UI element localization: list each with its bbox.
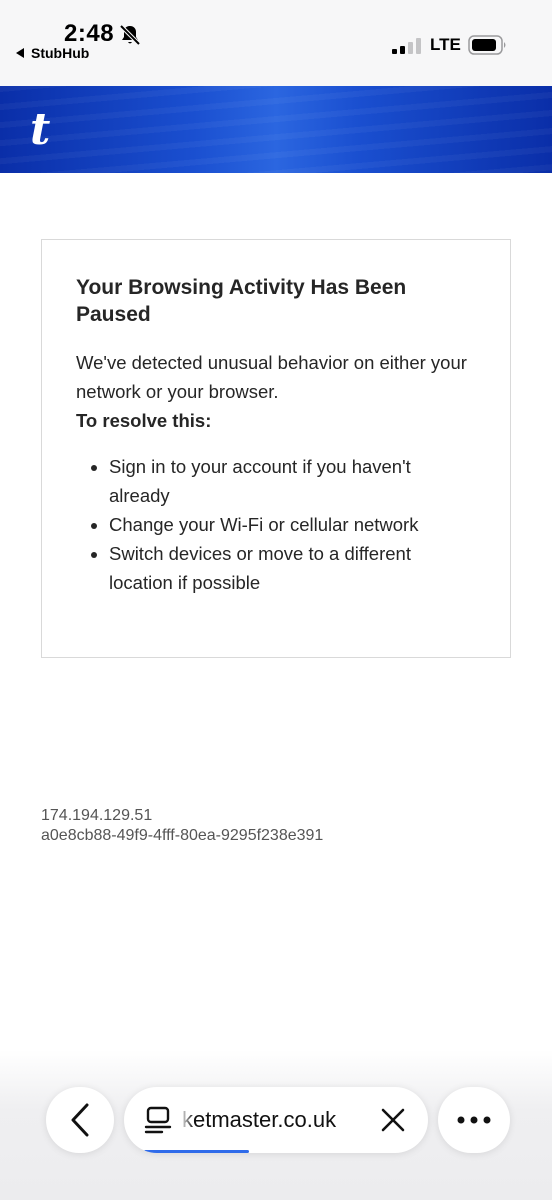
page-load-progress (144, 1150, 249, 1153)
request-id: a0e8cb88-49f9-4fff-80ea-9295f238e391 (41, 827, 324, 844)
more-button[interactable] (438, 1087, 510, 1153)
address-bar[interactable]: ketmaster.co.uk (124, 1087, 428, 1153)
signal-icon (392, 38, 421, 54)
message-body: We've detected unusual behavior on eithe… (76, 352, 467, 402)
url-text-span: ketmaster.co.uk (182, 1107, 337, 1132)
bell-slash-icon (120, 24, 140, 46)
page-title: Your Browsing Activity Has Been Paused (76, 276, 407, 326)
ip-address: 174.194.129.51 (41, 807, 153, 824)
url-text: ketmaster.co.uk (182, 1107, 368, 1133)
message-card: Your Browsing Activity Has Been Paused W… (41, 239, 511, 658)
status-bar: 2:48 StubHub LTE (0, 0, 552, 86)
back-to-app-link[interactable]: StubHub (16, 45, 89, 61)
list-item: Switch devices or move to a different lo… (109, 539, 476, 597)
back-button[interactable] (46, 1087, 114, 1153)
brand-logo: t (30, 104, 51, 155)
resolution-steps: Sign in to your account if you haven't a… (76, 452, 476, 597)
url-fade (180, 1103, 194, 1137)
list-item: Change your Wi-Fi or cellular network (109, 510, 476, 539)
close-icon[interactable] (380, 1107, 406, 1133)
back-triangle-icon (16, 48, 24, 58)
reference-info: 174.194.129.51 a0e8cb88-49f9-4fff-80ea-9… (41, 806, 323, 846)
back-app-label: StubHub (31, 45, 90, 61)
list-item: Sign in to your account if you haven't a… (109, 452, 476, 510)
tabs-icon (144, 1106, 172, 1134)
status-time: 2:48 (64, 20, 115, 47)
resolve-heading: To resolve this: (76, 410, 212, 431)
network-type: LTE (430, 35, 461, 54)
back-chevron-icon (71, 1103, 89, 1137)
brand-banner: t (0, 86, 552, 173)
battery-icon (468, 35, 506, 55)
more-icon (457, 1116, 491, 1124)
